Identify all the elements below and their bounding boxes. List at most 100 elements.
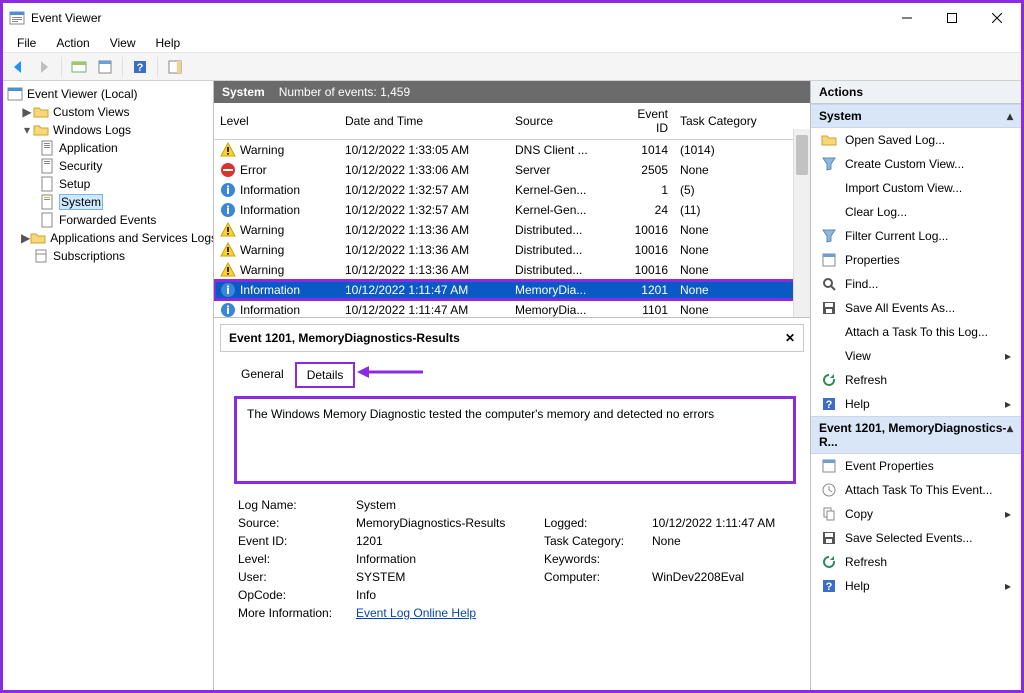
tab-general[interactable]: General [230, 362, 295, 388]
action-pane-toolbar-button[interactable] [164, 56, 186, 78]
minimize-button[interactable] [884, 4, 929, 32]
col-task[interactable]: Task Category [674, 103, 810, 140]
event-row[interactable]: Warning10/12/2022 1:33:05 AMDNS Client .… [214, 140, 810, 161]
actions-group-event[interactable]: Event 1201, MemoryDiagnostics-R...▴ [811, 416, 1021, 454]
action-import-custom-view[interactable]: Import Custom View... [811, 176, 1021, 200]
col-date[interactable]: Date and Time [339, 103, 509, 140]
expand-icon[interactable]: ▶ [21, 231, 30, 245]
action-view[interactable]: View▸ [811, 344, 1021, 368]
close-button[interactable] [974, 4, 1019, 32]
action-clear-log[interactable]: Clear Log... [811, 200, 1021, 224]
back-button[interactable] [7, 56, 29, 78]
actions-group-system[interactable]: System▴ [811, 104, 1021, 128]
action-save-all[interactable]: Save All Events As... [811, 296, 1021, 320]
window-title: Event Viewer [31, 11, 884, 25]
tree-system[interactable]: System [5, 193, 211, 211]
level-icon [220, 242, 236, 258]
action-event-properties[interactable]: Event Properties [811, 454, 1021, 478]
event-row[interactable]: Warning10/12/2022 1:13:36 AMDistributed.… [214, 260, 810, 280]
event-row[interactable]: Information10/12/2022 1:11:47 AMMemoryDi… [214, 280, 810, 300]
expand-icon[interactable]: ▶ [21, 105, 33, 119]
chevron-right-icon: ▸ [1005, 349, 1011, 363]
action-attach-task-log[interactable]: Attach a Task To this Log... [811, 320, 1021, 344]
event-log-online-help-link[interactable]: Event Log Online Help [356, 606, 536, 620]
action-help[interactable]: ?Help▸ [811, 392, 1021, 416]
action-filter-log[interactable]: Filter Current Log... [811, 224, 1021, 248]
toolbar-separator [157, 57, 158, 77]
action-save-selected[interactable]: Save Selected Events... [811, 526, 1021, 550]
col-eventid[interactable]: Event ID [619, 103, 674, 140]
level-icon [220, 262, 236, 278]
action-refresh-2[interactable]: Refresh [811, 550, 1021, 574]
menu-help[interactable]: Help [146, 34, 191, 52]
event-row[interactable]: Error10/12/2022 1:33:06 AMServer2505None [214, 160, 810, 180]
action-open-saved-log[interactable]: Open Saved Log... [811, 128, 1021, 152]
col-level[interactable]: Level [214, 103, 339, 140]
collapse-icon[interactable]: ▾ [21, 123, 33, 137]
col-source[interactable]: Source [509, 103, 619, 140]
toolbar-separator [122, 57, 123, 77]
level-icon [220, 202, 236, 218]
level-icon [220, 162, 236, 178]
annotation-arrow [355, 362, 425, 382]
scrollbar-thumb[interactable] [796, 135, 808, 175]
help-toolbar-button[interactable]: ? [129, 56, 151, 78]
close-detail-icon[interactable]: ✕ [785, 331, 795, 345]
actions-header: Actions [811, 81, 1021, 104]
level-icon [220, 182, 236, 198]
tree-setup[interactable]: Setup [5, 175, 211, 193]
tree-custom-views[interactable]: ▶ Custom Views [5, 103, 211, 121]
navigation-tree[interactable]: Event Viewer (Local) ▶ Custom Views ▾ Wi… [3, 81, 214, 690]
event-row[interactable]: Information10/12/2022 1:32:57 AMKernel-G… [214, 200, 810, 220]
menu-view[interactable]: View [100, 34, 146, 52]
toolbar-separator [61, 57, 62, 77]
level-icon [220, 282, 236, 298]
action-help-2[interactable]: ?Help▸ [811, 574, 1021, 598]
tab-details[interactable]: Details [295, 362, 356, 388]
show-tree-button[interactable] [68, 56, 90, 78]
level-icon [220, 302, 236, 318]
action-find[interactable]: Find... [811, 272, 1021, 296]
collapse-icon[interactable]: ▴ [1007, 109, 1013, 123]
level-icon [220, 142, 236, 158]
event-properties-grid: Log Name: System Source: MemoryDiagnosti… [238, 498, 796, 620]
tree-application[interactable]: Application [5, 139, 211, 157]
svg-text:?: ? [826, 399, 833, 411]
event-description: The Windows Memory Diagnostic tested the… [234, 396, 796, 484]
chevron-right-icon: ▸ [1005, 507, 1011, 521]
level-icon [220, 222, 236, 238]
log-name: System [222, 85, 265, 99]
svg-text:?: ? [137, 62, 144, 74]
app-icon [9, 10, 25, 26]
event-list[interactable]: Level Date and Time Source Event ID Task… [214, 103, 810, 320]
forward-button[interactable] [33, 56, 55, 78]
tree-apps-services[interactable]: ▶ Applications and Services Logs [5, 229, 211, 247]
event-row[interactable]: Information10/12/2022 1:32:57 AMKernel-G… [214, 180, 810, 200]
tree-subscriptions[interactable]: ▶ Subscriptions [5, 247, 211, 265]
toolbar: ? [3, 53, 1021, 81]
action-create-custom-view[interactable]: Create Custom View... [811, 152, 1021, 176]
action-properties[interactable]: Properties [811, 248, 1021, 272]
menubar: File Action View Help [3, 33, 1021, 53]
menu-file[interactable]: File [7, 34, 46, 52]
event-row[interactable]: Information10/12/2022 1:11:47 AMMemoryDi… [214, 300, 810, 320]
tree-root[interactable]: Event Viewer (Local) [5, 85, 211, 103]
tree-security[interactable]: Security [5, 157, 211, 175]
collapse-icon[interactable]: ▴ [1007, 421, 1013, 449]
chevron-right-icon: ▸ [1005, 579, 1011, 593]
event-count: Number of events: 1,459 [279, 85, 410, 99]
chevron-right-icon: ▸ [1005, 397, 1011, 411]
tree-forwarded[interactable]: Forwarded Events [5, 211, 211, 229]
tree-windows-logs[interactable]: ▾ Windows Logs [5, 121, 211, 139]
event-row[interactable]: Warning10/12/2022 1:13:36 AMDistributed.… [214, 240, 810, 260]
action-refresh[interactable]: Refresh [811, 368, 1021, 392]
menu-action[interactable]: Action [46, 34, 99, 52]
properties-toolbar-button[interactable] [94, 56, 116, 78]
list-scrollbar[interactable] [793, 129, 810, 317]
action-copy[interactable]: Copy▸ [811, 502, 1021, 526]
detail-header: Event 1201, MemoryDiagnostics-Results ✕ [220, 324, 804, 352]
event-row[interactable]: Warning10/12/2022 1:13:36 AMDistributed.… [214, 220, 810, 240]
maximize-button[interactable] [929, 4, 974, 32]
log-header: System Number of events: 1,459 [214, 81, 810, 103]
action-attach-task-event[interactable]: Attach Task To This Event... [811, 478, 1021, 502]
